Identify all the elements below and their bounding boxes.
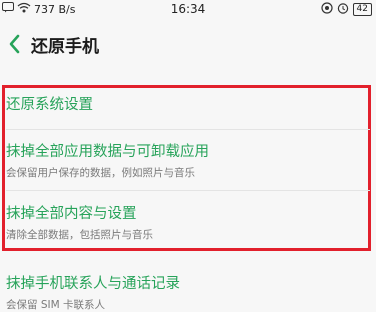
- option-title: 抹掉全部内容与设置: [6, 206, 137, 222]
- page-title: 还原手机: [31, 37, 99, 57]
- status-bar: 737 B/s 16:34 42: [0, 0, 376, 18]
- erase-contacts-calllog-option[interactable]: 抹掉手机联系人与通话记录 会保留 SIM 卡联系人: [6, 272, 370, 312]
- alarm-icon: [337, 2, 349, 17]
- erase-all-content-option[interactable]: 抹掉全部内容与设置 清除全部数据，包括照片与音乐: [6, 202, 370, 242]
- option-title: 还原系统设置: [6, 97, 93, 113]
- status-right: 42: [320, 2, 372, 17]
- chevron-left-icon: [9, 34, 20, 54]
- battery-indicator: 42: [352, 3, 372, 16]
- option-title: 抹掉全部应用数据与可卸载应用: [6, 144, 209, 160]
- option-description: 会保留 SIM 卡联系人: [6, 299, 105, 311]
- divider: [6, 190, 370, 191]
- reset-system-settings-option[interactable]: 还原系统设置: [6, 93, 370, 114]
- option-title: 抹掉手机联系人与通话记录: [6, 276, 180, 292]
- option-description: 清除全部数据，包括照片与音乐: [6, 229, 153, 241]
- divider: [6, 129, 370, 130]
- eye-icon: [320, 2, 333, 17]
- option-description: 会保留用户保存的数据，例如照片与音乐: [6, 167, 195, 179]
- header: 还原手机: [0, 24, 376, 64]
- erase-app-data-option[interactable]: 抹掉全部应用数据与可卸载应用 会保留用户保存的数据，例如照片与音乐: [6, 140, 370, 180]
- back-button[interactable]: [4, 31, 26, 57]
